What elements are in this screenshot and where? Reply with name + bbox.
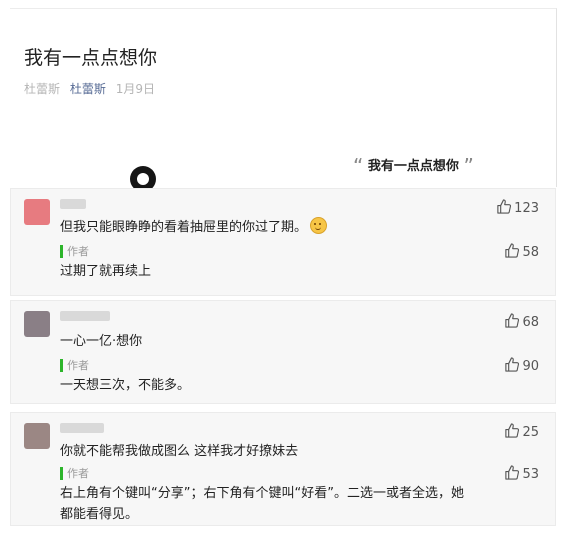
smiling-face-emoji-icon: [310, 217, 328, 234]
quote-title: “ 我有一点点想你 ”: [353, 154, 474, 178]
quote-text: 我有一点点想你: [367, 159, 459, 174]
reply-like-button[interactable]: 53: [504, 465, 539, 482]
comment-text: 你就不能帮我做成图么 这样我才好撩妹去: [60, 444, 299, 459]
reply-line-2: 都能看得见。: [60, 507, 139, 522]
thumbs-up-icon: [505, 243, 520, 258]
like-count: 58: [522, 245, 539, 260]
avatar[interactable]: [24, 199, 50, 225]
meta-author-link[interactable]: 杜蕾斯: [70, 82, 106, 96]
like-count: 123: [514, 201, 539, 216]
like-count: 90: [522, 359, 539, 374]
thumbs-up-icon: [505, 313, 520, 328]
close-quote-mark: ”: [463, 154, 474, 178]
like-count: 53: [522, 467, 539, 482]
nickname-blurred: [60, 311, 110, 321]
article-title: 我有一点点想你: [24, 47, 158, 69]
thumbs-up-icon: [505, 423, 520, 438]
author-tag: 作者: [60, 245, 89, 258]
article-meta: 杜蕾斯 杜蕾斯 1月9日: [24, 80, 161, 97]
like-button[interactable]: 68: [504, 313, 539, 330]
author-reply-text: 右上角有个键叫“分享”；右下角有个键叫“好看”。二选一或者全选，她 都能看得见。: [60, 483, 464, 525]
comment-text: 一心一亿·想你: [60, 334, 143, 349]
avatar[interactable]: [24, 311, 50, 337]
avatar[interactable]: [24, 423, 50, 449]
comment-card-1: 123 但我只能眼睁睁的看着抽屉里的你过了期。 作者 58 过期了就再续上: [10, 188, 556, 296]
like-count: 68: [522, 315, 539, 330]
author-reply-text: 过期了就再续上: [60, 264, 152, 279]
reply-like-button[interactable]: 90: [504, 357, 539, 374]
comment-card-2: 68 一心一亿·想你 作者 90 一天想三次，不能多。: [10, 300, 556, 404]
nickname-blurred: [60, 199, 86, 209]
author-reply-text: 一天想三次，不能多。: [60, 378, 191, 393]
meta-date: 1月9日: [115, 82, 155, 96]
like-button[interactable]: 25: [504, 423, 539, 440]
reply-line-1: 右上角有个键叫“分享”；右下角有个键叫“好看”。二选一或者全选，她: [60, 486, 464, 501]
author-tag: 作者: [60, 467, 89, 480]
reply-like-button[interactable]: 58: [504, 243, 539, 260]
comment-text: 但我只能眼睁睁的看着抽屉里的你过了期。: [60, 217, 328, 238]
open-quote-mark: “: [353, 154, 364, 178]
comment-card-3: 25 你就不能帮我做成图么 这样我才好撩妹去 作者 53 右上角有个键叫“分享”…: [10, 412, 556, 526]
like-count: 25: [522, 425, 539, 440]
like-button[interactable]: 123: [496, 199, 539, 216]
thumbs-up-icon: [505, 357, 520, 372]
nickname-blurred: [60, 423, 104, 433]
meta-source: 杜蕾斯: [24, 82, 61, 96]
author-tag: 作者: [60, 359, 89, 372]
thumbs-up-icon: [497, 199, 512, 214]
article-card: 我有一点点想你 杜蕾斯 杜蕾斯 1月9日 “ 我有一点点想你 ”: [10, 8, 557, 187]
thumbs-up-icon: [505, 465, 520, 480]
